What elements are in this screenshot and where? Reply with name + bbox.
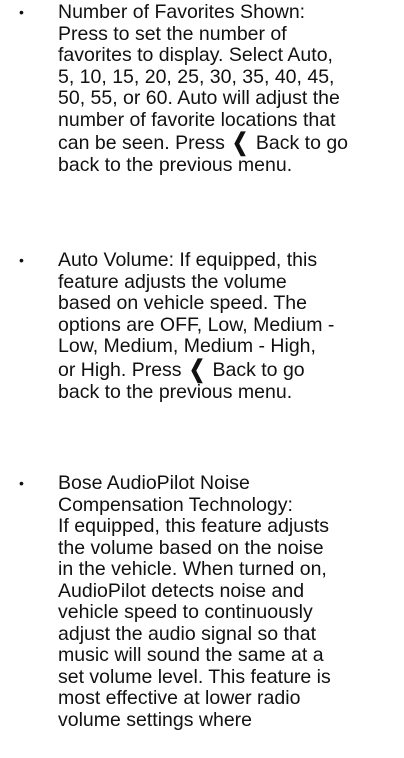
item-text-line: volume settings where — [58, 708, 253, 731]
item-text-line: can be seen. Press ❮ Back to go — [58, 131, 396, 155]
item-text-line: based on vehicle speed. The — [58, 292, 307, 314]
item-text-line: options are OFF, Low, Medium - — [58, 313, 335, 336]
item-text-line: favorites to display. Select Auto, — [58, 44, 333, 66]
item-text-line: Compensation Technology: — [58, 493, 293, 516]
item-text-line: or High. Press ❮ Back to go — [58, 355, 396, 383]
item-text-line: feature adjusts the volume — [58, 270, 287, 293]
item-text-line: 50, 55, or 60. Auto will adjust the — [58, 87, 340, 109]
item-text-line: back to the previous menu. — [58, 380, 293, 403]
item-text-line: Auto Volume: If equipped, this — [58, 249, 318, 271]
item-text-line: Low, Medium, Medium - High, — [58, 335, 316, 357]
back-chevron-icon: ❮ — [232, 129, 249, 156]
item-text-line: set volume level. This feature is — [58, 665, 331, 688]
item-text-line: Press to set the number of — [58, 22, 287, 45]
item-text-line: music will sound the same at a — [58, 644, 324, 666]
list-item-favorites-shown: • Number of Favorites Shown: Press to se… — [0, 1, 404, 177]
item-text-line: Bose AudioPilot Noise — [58, 472, 250, 494]
item-text-segment: can be seen. Press — [58, 132, 225, 154]
item-text-line: Number of Favorites Shown: — [58, 1, 306, 23]
item-text-line: AudioPilot detects noise and — [58, 579, 305, 602]
item-text-segment: Back to go — [212, 358, 305, 381]
item-text-line: vehicle speed to continuously — [58, 601, 313, 623]
bullet-icon: • — [19, 252, 24, 268]
item-text-segment: Back to go — [255, 132, 349, 154]
bullet-icon: • — [19, 4, 24, 20]
manual-page: • Number of Favorites Shown: Press to se… — [0, 0, 404, 758]
item-text-line: the volume based on the noise — [58, 536, 324, 559]
back-chevron-icon: ❮ — [188, 355, 206, 383]
item-text-line: number of favorite locations that — [58, 108, 336, 131]
item-text-line: adjust the audio signal so that — [58, 622, 317, 645]
item-text-line: most effective at lower radio — [58, 687, 301, 709]
item-text-line: If equipped, this feature adjusts — [58, 515, 330, 537]
list-item-auto-volume: • Auto Volume: If equipped, this feature… — [0, 249, 404, 403]
list-item-bose-audiopilot: • Bose AudioPilot Noise Compensation Tec… — [0, 472, 404, 731]
item-text-line: 5, 10, 15, 20, 25, 30, 35, 40, 45, — [58, 65, 335, 88]
bullet-icon: • — [19, 475, 24, 491]
item-text-line: back to the previous menu. — [58, 154, 293, 176]
item-text-segment: or High. Press — [58, 358, 182, 381]
item-text-line: in the vehicle. When turned on, — [58, 558, 327, 580]
